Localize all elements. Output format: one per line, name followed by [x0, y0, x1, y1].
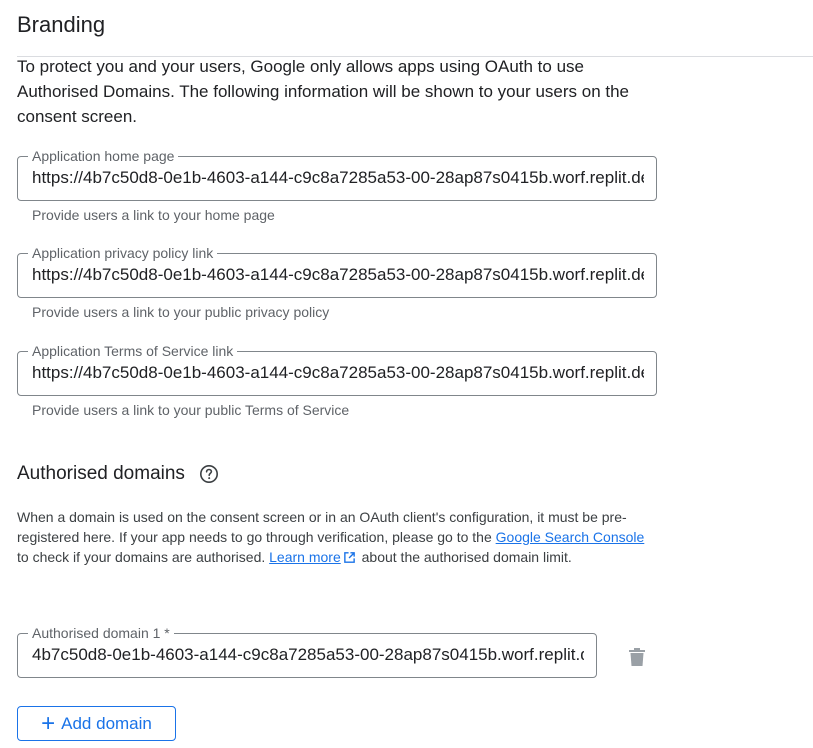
- home-page-field[interactable]: Application home page: [17, 146, 657, 201]
- add-domain-button[interactable]: + Add domain: [17, 706, 176, 741]
- terms-of-service-label: Application Terms of Service link: [28, 341, 238, 361]
- terms-of-service-input[interactable]: [32, 363, 644, 383]
- authorised-domain-1-input[interactable]: [32, 645, 584, 665]
- authorised-domain-1-field[interactable]: Authorised domain 1 *: [17, 623, 597, 678]
- privacy-policy-input[interactable]: [32, 265, 644, 285]
- section-title-branding: Branding: [17, 12, 106, 37]
- privacy-policy-field[interactable]: Application privacy policy link: [17, 243, 657, 298]
- privacy-policy-label: Application privacy policy link: [28, 243, 218, 263]
- add-domain-label: Add domain: [61, 713, 152, 733]
- google-search-console-link[interactable]: Google Search Console: [496, 529, 645, 545]
- authorised-domain-1-label: Authorised domain 1 *: [28, 623, 174, 643]
- authorised-domains-description: When a domain is used on the consent scr…: [17, 507, 657, 567]
- home-page-label: Application home page: [28, 146, 179, 166]
- delete-domain-button[interactable]: [624, 644, 650, 670]
- privacy-policy-hint: Provide users a link to your public priv…: [32, 304, 330, 320]
- authorised-domains-header: Authorised domains: [17, 463, 219, 485]
- external-link-icon: [343, 552, 355, 563]
- terms-of-service-hint: Provide users a link to your public Term…: [32, 402, 350, 418]
- help-circle-icon[interactable]: [199, 464, 219, 484]
- oauth-branding-page: Branding To protect you and your users, …: [0, 0, 813, 748]
- desc-part-2: to check if your domains are authorised.: [17, 549, 270, 565]
- terms-of-service-field[interactable]: Application Terms of Service link: [17, 341, 657, 396]
- trash-icon: [629, 648, 645, 666]
- home-page-input[interactable]: [32, 168, 644, 188]
- plus-icon: +: [41, 709, 56, 737]
- authorised-domains-title: Authorised domains: [17, 463, 185, 484]
- learn-more-link[interactable]: Learn more: [269, 549, 341, 565]
- branding-intro: To protect you and your users, Google on…: [17, 57, 629, 126]
- desc-part-3: about the authorised domain limit.: [357, 549, 572, 565]
- home-page-hint: Provide users a link to your home page: [32, 207, 275, 223]
